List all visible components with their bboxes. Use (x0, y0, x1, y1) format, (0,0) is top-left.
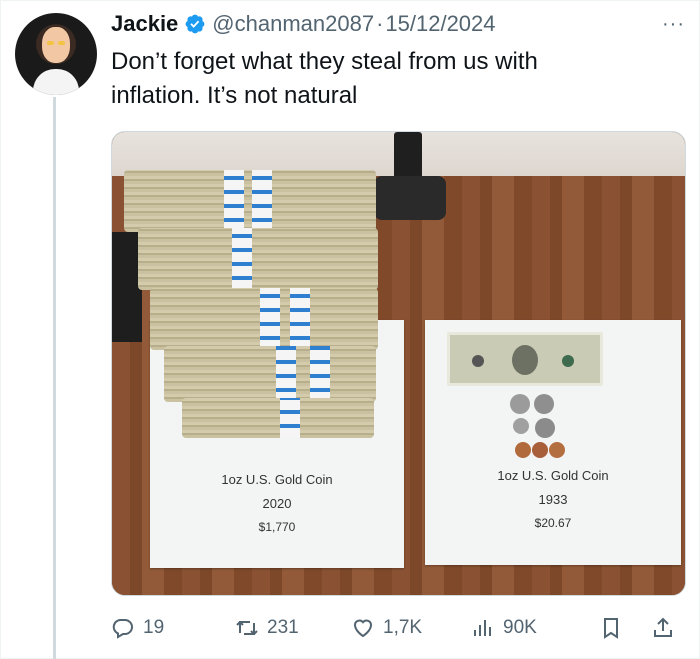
tweet-header: Jackie @chanman2087 · 15/12/2024 (111, 9, 496, 39)
microphone-base (374, 176, 446, 220)
coin (549, 442, 565, 458)
card-title: 1oz U.S. Gold Coin (497, 468, 609, 483)
repost-button[interactable]: 231 (235, 613, 299, 643)
repost-count: 231 (267, 617, 299, 638)
reply-button[interactable]: 19 (111, 613, 164, 643)
cash-stack (124, 170, 380, 438)
thread-line (53, 97, 56, 659)
card-year: 2020 (262, 496, 292, 511)
author-handle[interactable]: @chanman2087 (212, 11, 374, 37)
reply-icon (112, 619, 133, 639)
avatar[interactable] (15, 13, 97, 95)
more-icon[interactable]: ··· (662, 13, 685, 36)
card-price: $1,770 (258, 520, 296, 534)
views-count: 90K (503, 617, 537, 638)
separator: · (376, 11, 384, 36)
reply-count: 19 (143, 617, 165, 638)
bookmark-button[interactable] (599, 613, 623, 643)
coin (513, 418, 529, 434)
tweet-text-line: Don’t forget what they steal from us wit… (111, 48, 538, 75)
tweet-text: Don’t forget what they steal from us wit… (111, 45, 671, 113)
share-icon (654, 617, 672, 637)
like-button[interactable]: 1,7K (351, 613, 422, 643)
tweet-date[interactable]: 15/12/2024 (385, 11, 495, 37)
coin (532, 442, 548, 458)
views-icon (474, 620, 491, 636)
verified-badge-icon (184, 13, 206, 35)
bookmark-icon (604, 618, 618, 639)
tweet-image[interactable]: 1oz U.S. Gold Coin 2020 $1,770 1oz U.S. … (111, 131, 686, 596)
coin (510, 394, 530, 414)
coin (534, 394, 554, 414)
tweet: Jackie @chanman2087 · 15/12/2024 ··· Don… (0, 0, 700, 659)
card-price: $20.67 (534, 516, 572, 530)
like-icon (353, 619, 373, 638)
author-name[interactable]: Jackie (111, 11, 178, 37)
action-bar: 19 231 1,7K 90K (111, 613, 676, 643)
tweet-text-line: inflation. It’s not natural (111, 82, 358, 109)
card-title: 1oz U.S. Gold Coin (221, 472, 333, 487)
repost-icon (236, 621, 258, 635)
share-button[interactable] (651, 613, 675, 643)
one-dollar-bill (447, 332, 603, 386)
like-count: 1,7K (383, 617, 423, 638)
coin (535, 418, 555, 438)
views-button[interactable]: 90K (471, 613, 537, 643)
coin (515, 442, 531, 458)
card-year: 1933 (538, 492, 568, 507)
